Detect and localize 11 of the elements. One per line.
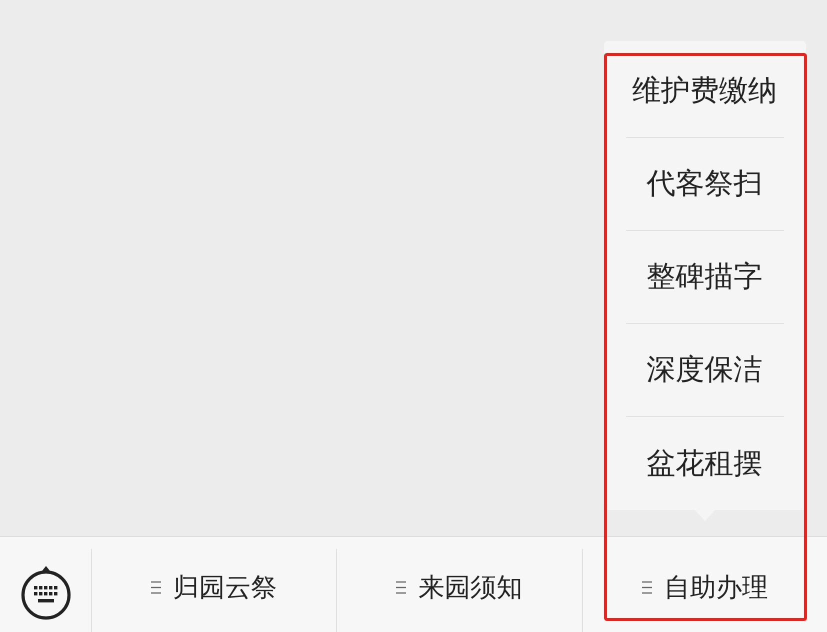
submenu-item[interactable]: 维护费缴纳 xyxy=(626,45,784,138)
submenu-item[interactable]: 代客祭扫 xyxy=(626,138,784,231)
menu-icon xyxy=(396,581,406,594)
menu-button[interactable]: 来园须知 xyxy=(337,549,582,632)
menu-button[interactable]: 归园云祭 xyxy=(92,549,336,632)
menu-icon xyxy=(151,581,162,594)
menu-icon xyxy=(642,581,652,594)
submenu-item[interactable]: 盆花租摆 xyxy=(626,417,784,510)
submenu-item[interactable]: 深度保洁 xyxy=(626,324,784,417)
menu-button[interactable]: 自助办理 xyxy=(582,549,827,632)
submenu-item[interactable]: 整碑描字 xyxy=(626,231,784,324)
